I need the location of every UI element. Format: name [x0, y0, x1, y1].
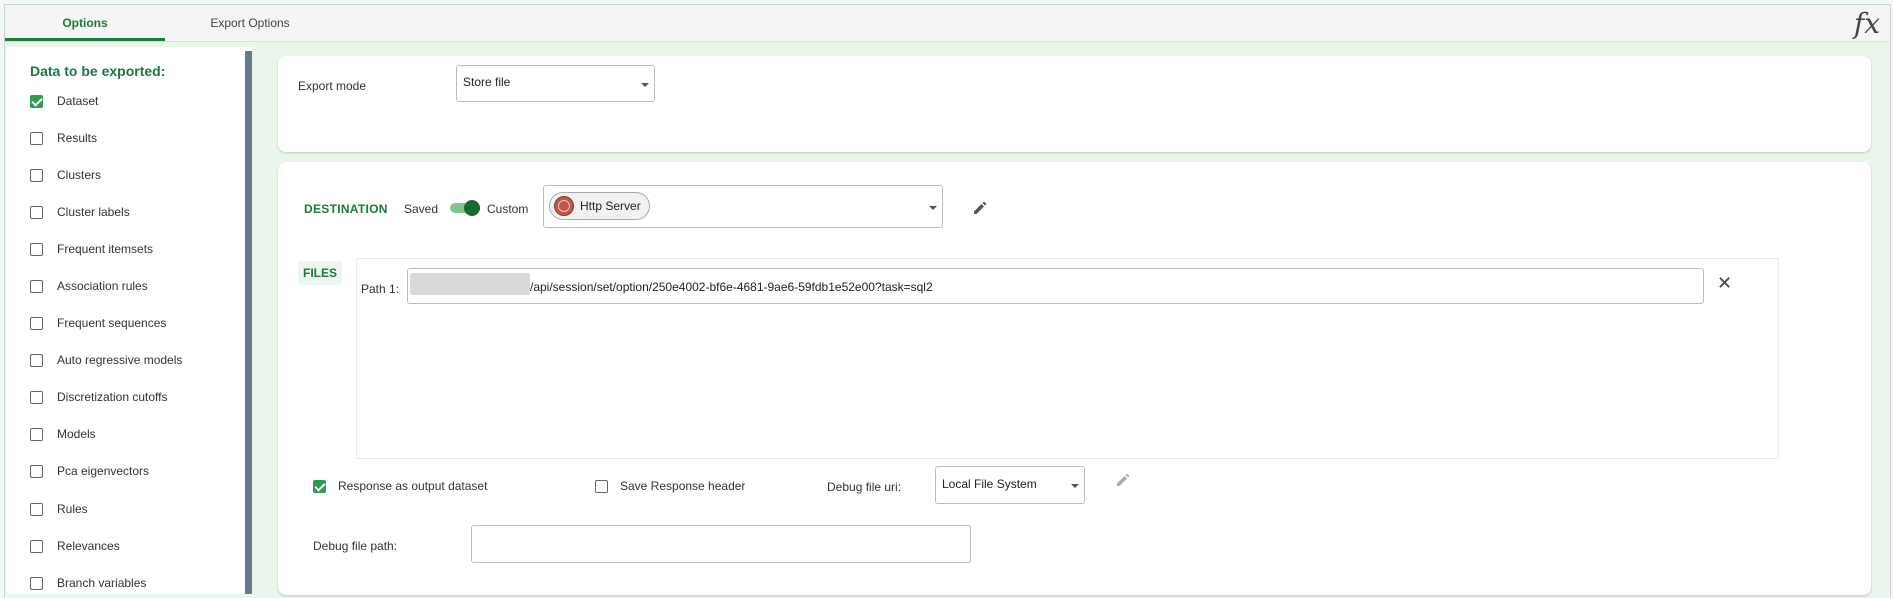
checkbox[interactable]: [30, 539, 43, 553]
checkbox[interactable]: [313, 479, 326, 493]
checkbox[interactable]: [30, 94, 43, 108]
sidebar-item-label: Rules: [57, 502, 88, 516]
files-tag: FILES: [298, 261, 343, 285]
sidebar-scrollbar[interactable]: [245, 51, 252, 594]
export-mode-label: Export mode: [298, 79, 367, 93]
destination-title: DESTINATION: [304, 202, 388, 216]
toggle-knob: [464, 200, 480, 216]
sidebar-item-label: Models: [57, 427, 96, 441]
sidebar-item-branch-variables[interactable]: Branch variables: [30, 574, 146, 592]
sidebar-item-label: Discretization cutoffs: [57, 390, 168, 404]
sidebar-item-label: Frequent sequences: [57, 316, 167, 330]
checkbox[interactable]: [30, 316, 43, 330]
sidebar-item-dataset[interactable]: Dataset: [30, 92, 98, 110]
tab-export-options[interactable]: Export Options: [165, 5, 335, 41]
checkbox[interactable]: [30, 131, 43, 145]
sidebar-item-rules[interactable]: Rules: [30, 500, 88, 518]
checkbox[interactable]: [30, 353, 43, 367]
sidebar-item-clusters[interactable]: Clusters: [30, 166, 101, 184]
sidebar-item-label: Pca eigenvectors: [57, 464, 150, 478]
sidebar-item-auto-regressive-models[interactable]: Auto regressive models: [30, 351, 182, 369]
server-select[interactable]: Http Server: [543, 185, 943, 228]
sidebar-item-label: Dataset: [57, 94, 99, 108]
tab-bar: Options Export Options fx: [5, 5, 1890, 42]
server-chip: Http Server: [549, 192, 650, 220]
checkbox[interactable]: [30, 390, 43, 404]
sidebar-title: Data to be exported:: [30, 63, 166, 79]
checkbox[interactable]: [30, 205, 43, 219]
save-response-header-label: Save Response header: [620, 479, 746, 493]
debug-uri-value: Local File System: [942, 477, 1037, 491]
checkbox[interactable]: [30, 464, 43, 478]
debug-uri-label: Debug file uri:: [827, 480, 902, 494]
globe-icon: [554, 196, 574, 216]
export-mode-select[interactable]: Store file: [456, 65, 655, 102]
checkbox[interactable]: [30, 576, 43, 590]
checkbox[interactable]: [30, 242, 43, 256]
destination-panel: DESTINATION Saved Custom Http Server FIL…: [278, 162, 1871, 595]
chevron-down-icon: [641, 83, 649, 87]
export-mode-value: Store file: [463, 75, 511, 89]
saved-custom-toggle[interactable]: [450, 200, 480, 216]
chevron-down-icon: [1071, 484, 1079, 488]
export-mode-panel: Export mode Store file: [278, 56, 1871, 152]
response-as-output-option[interactable]: Response as output dataset: [313, 479, 487, 493]
debug-path-input[interactable]: [471, 525, 971, 563]
sidebar-item-frequent-sequences[interactable]: Frequent sequences: [30, 314, 166, 332]
path-label: Path 1:: [361, 282, 400, 296]
sidebar-item-results[interactable]: Results: [30, 129, 97, 147]
sidebar-item-label: Frequent itemsets: [57, 242, 154, 256]
checkbox[interactable]: [30, 502, 43, 516]
save-response-header-option[interactable]: Save Response header: [595, 479, 745, 493]
checkbox[interactable]: [30, 168, 43, 182]
saved-label: Saved: [404, 202, 439, 216]
sidebar-item-label: Relevances: [57, 539, 120, 553]
redacted-host: [410, 273, 530, 295]
sidebar-item-label: Association rules: [57, 279, 148, 293]
sidebar-item-label: Results: [57, 131, 98, 145]
edit-debug-uri-icon[interactable]: [1115, 472, 1131, 488]
sidebar-item-label: Clusters: [57, 168, 102, 182]
checkbox[interactable]: [30, 279, 43, 293]
sidebar-item-label: Cluster labels: [57, 205, 130, 219]
debug-path-label: Debug file path:: [313, 539, 398, 553]
path-input[interactable]: /api/session/set/option/250e4002-bf6e-46…: [407, 268, 1704, 304]
fx-button[interactable]: fx: [1854, 7, 1880, 40]
edit-destination-icon[interactable]: [972, 200, 988, 216]
response-as-output-label: Response as output dataset: [338, 479, 488, 493]
debug-uri-select[interactable]: Local File System: [935, 466, 1085, 504]
server-label: Http Server: [580, 199, 641, 213]
sidebar-item-pca-eigenvectors[interactable]: Pca eigenvectors: [30, 462, 149, 480]
sidebar-item-frequent-itemsets[interactable]: Frequent itemsets: [30, 240, 153, 258]
sidebar-item-association-rules[interactable]: Association rules: [30, 277, 148, 295]
export-data-sidebar: Data to be exported: Dataset Results Clu…: [6, 47, 252, 594]
sidebar-item-relevances[interactable]: Relevances: [30, 537, 120, 555]
chevron-down-icon: [929, 206, 937, 210]
path-value: /api/session/set/option/250e4002-bf6e-46…: [530, 280, 933, 294]
checkbox[interactable]: [30, 427, 43, 441]
files-box: Path 1: /api/session/set/option/250e4002…: [356, 258, 1779, 459]
sidebar-item-models[interactable]: Models: [30, 425, 96, 443]
sidebar-item-label: Auto regressive models: [57, 353, 183, 367]
tab-options[interactable]: Options: [5, 5, 165, 41]
close-icon[interactable]: ✕: [1717, 274, 1732, 292]
checkbox[interactable]: [595, 479, 608, 493]
sidebar-item-label: Branch variables: [57, 576, 147, 590]
sidebar-item-discretization-cutoffs[interactable]: Discretization cutoffs: [30, 388, 168, 406]
sidebar-item-cluster-labels[interactable]: Cluster labels: [30, 203, 130, 221]
custom-label: Custom: [487, 202, 529, 216]
